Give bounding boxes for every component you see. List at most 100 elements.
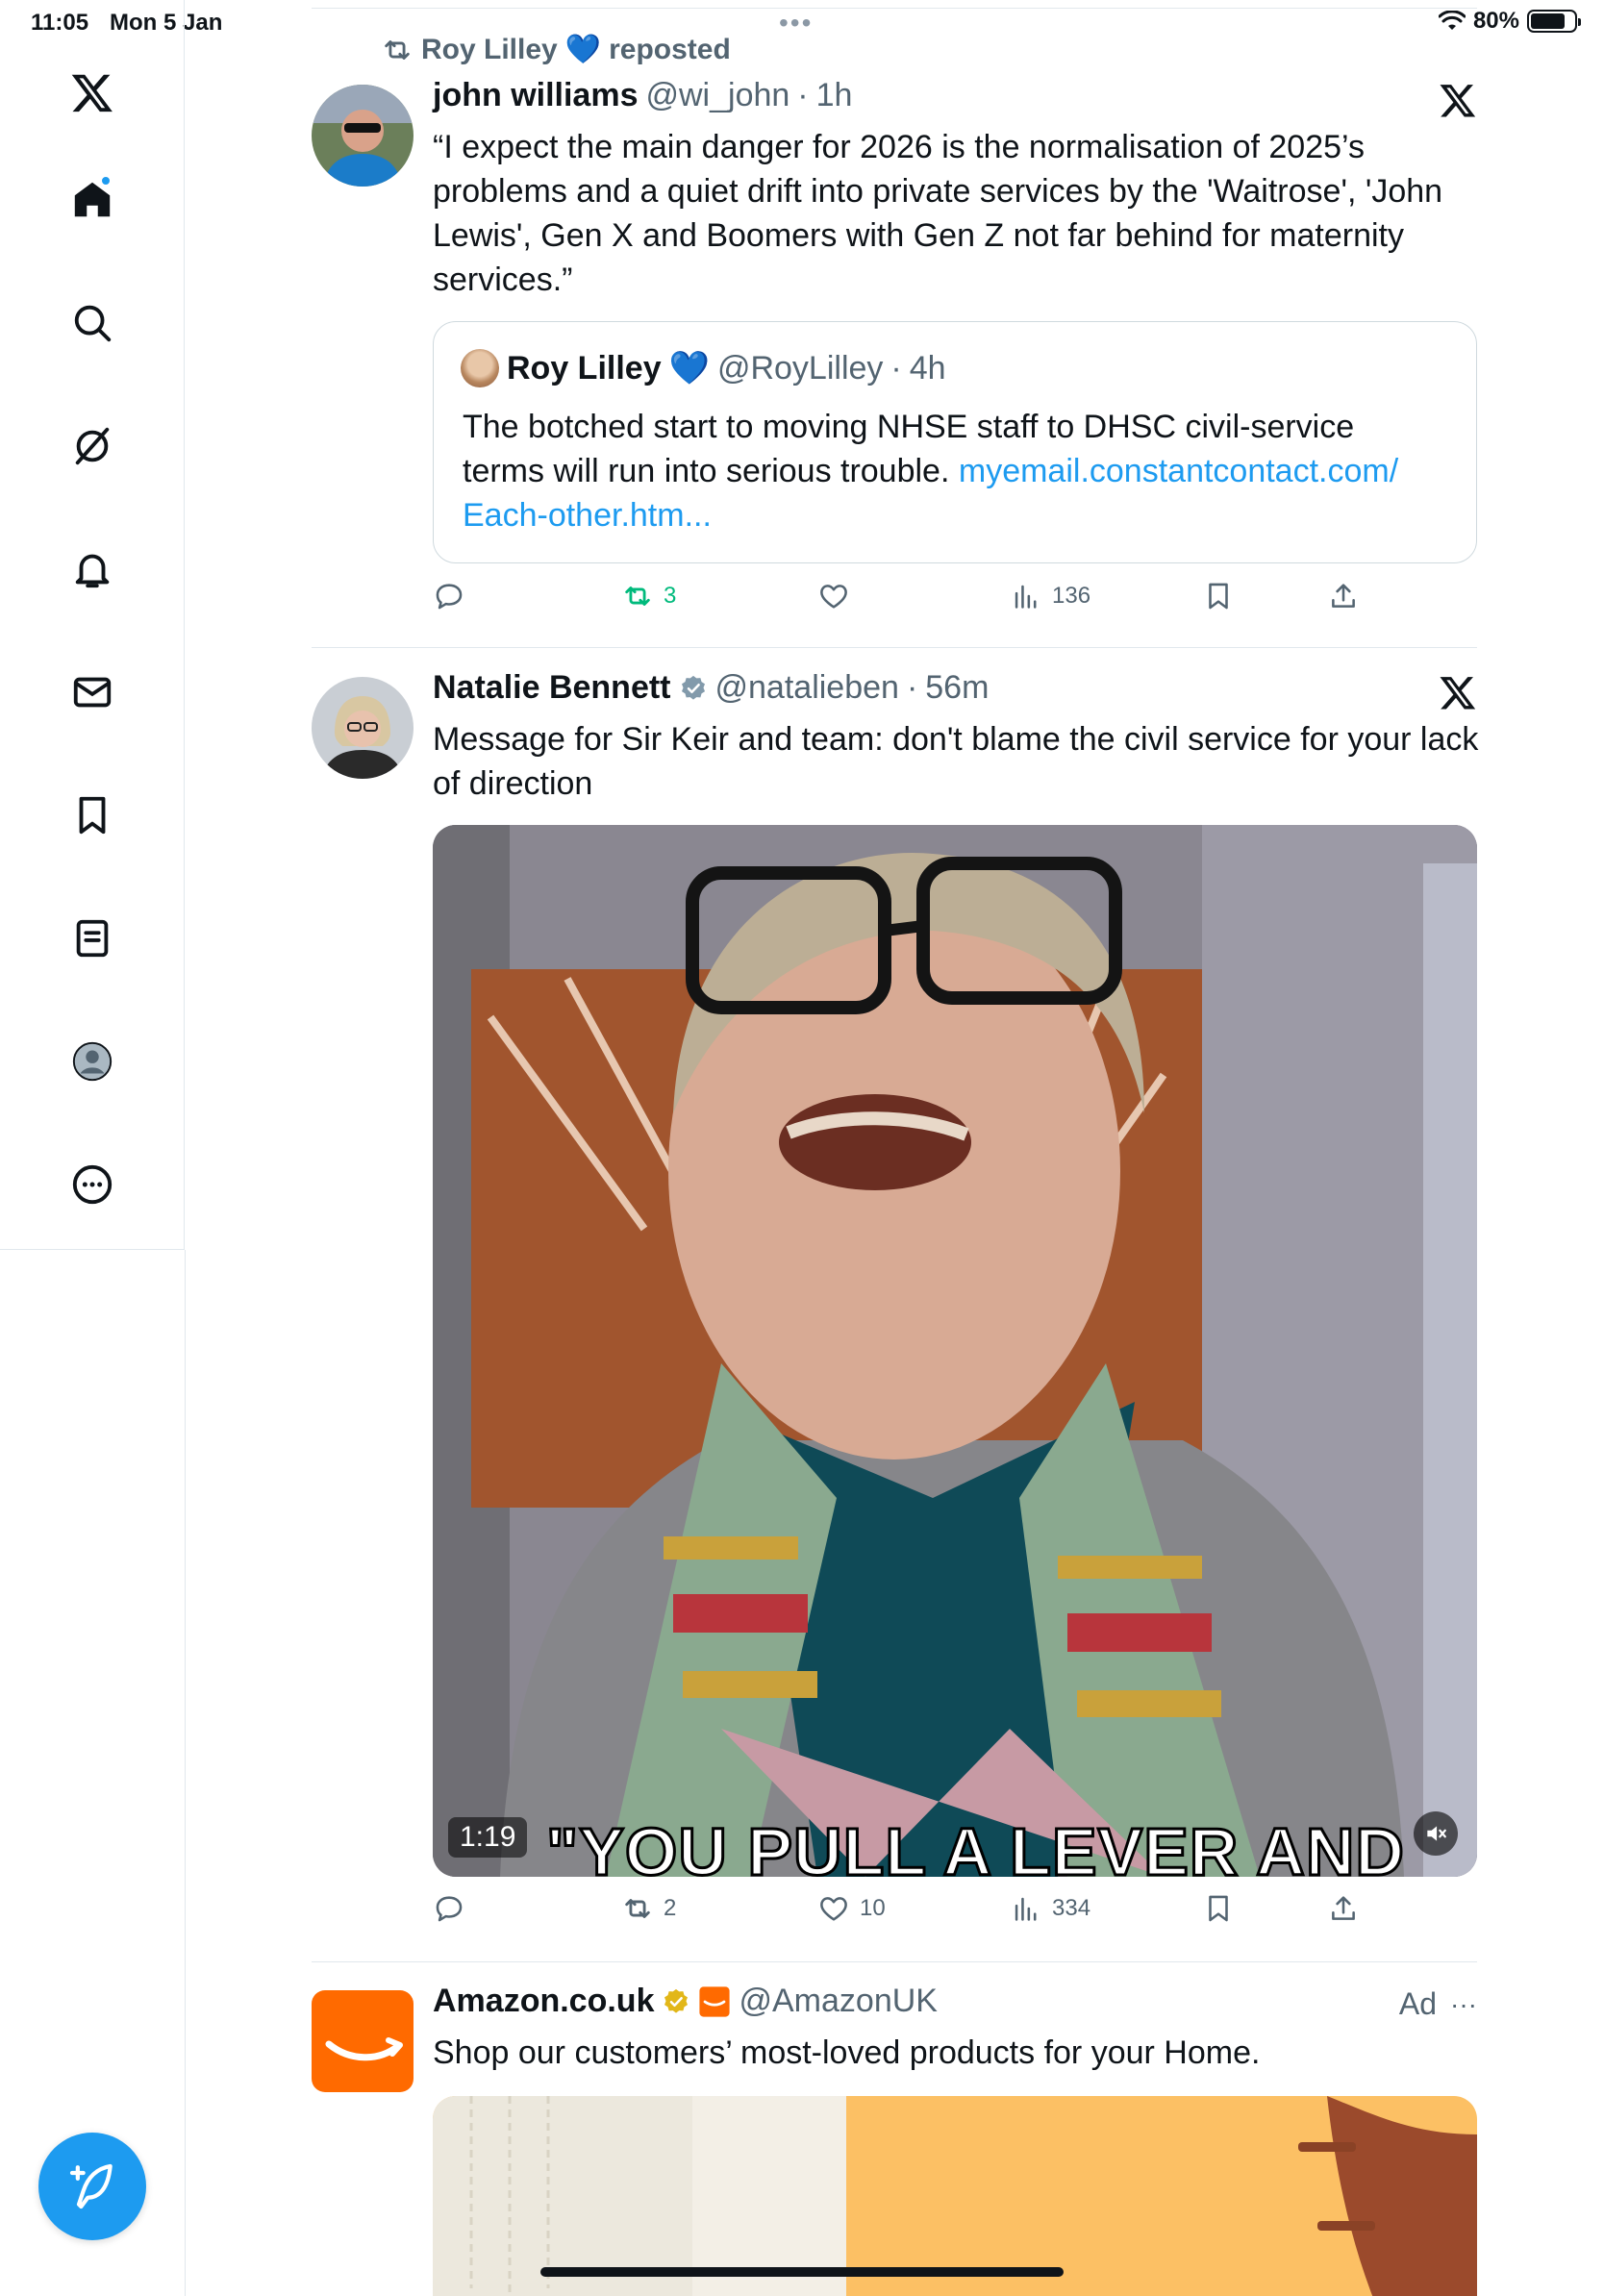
share-icon: [1332, 1896, 1355, 1920]
tweet-header: Natalie Bennett @natalieben · 56m: [433, 669, 989, 707]
author-handle[interactable]: @AmazonUK: [739, 1983, 937, 2020]
heart-icon: [820, 585, 847, 609]
battery-percent: 80%: [1472, 8, 1519, 34]
tweet-divider: [312, 647, 1477, 648]
sidebar-nav: [0, 0, 185, 1250]
verified-gold-badge-icon: [664, 1988, 689, 2013]
tweet-time[interactable]: 56m: [925, 669, 989, 707]
verified-grey-badge-icon: [681, 675, 705, 700]
views-chart-icon: [1015, 1897, 1037, 1921]
quote-author-handle: @RoyLilley: [716, 349, 884, 387]
repost-by-name[interactable]: Roy Lilley: [421, 34, 558, 66]
blue-heart-icon: 💙: [564, 34, 602, 65]
repost-icon: [385, 39, 410, 60]
like-button[interactable]: 10: [817, 1892, 886, 1925]
heart-icon: [820, 1897, 847, 1921]
repost-suffix: reposted: [609, 33, 731, 65]
author-name[interactable]: john williams: [433, 77, 638, 114]
amazon-affiliate-badge-icon: [699, 1985, 731, 2017]
lists-icon[interactable]: [63, 910, 121, 967]
quote-text-block: The botched start to moving NHSE staff t…: [463, 405, 1443, 537]
tweet-divider: [312, 1961, 1477, 1962]
bookmark-icon: [1209, 583, 1228, 610]
tweet-time[interactable]: 1h: [816, 77, 853, 114]
author-name[interactable]: Amazon.co.uk: [433, 1983, 654, 2020]
reply-icon: [436, 1896, 463, 1922]
like-count: 10: [860, 1895, 886, 1921]
compose-post-button[interactable]: [38, 2133, 146, 2240]
x-logo-icon: [1440, 85, 1476, 117]
author-name[interactable]: Natalie Bennett: [433, 669, 671, 707]
video-frame-image: [433, 825, 1477, 1877]
repost-icon: [625, 586, 650, 606]
tweet-video[interactable]: 1:19 "YOU PULL A LEVER AND: [433, 825, 1477, 1877]
more-options-icon[interactable]: [63, 1156, 121, 1213]
notifications-bell-icon[interactable]: [63, 540, 121, 598]
profile-avatar-icon[interactable]: [63, 1033, 121, 1090]
reply-button[interactable]: [433, 1892, 475, 1925]
quoted-tweet[interactable]: Roy Lilley 💙 @RoyLilley · 4h The botched…: [433, 321, 1477, 563]
avatar-natalie-bennett[interactable]: [312, 677, 414, 779]
ad-product-image: [433, 2096, 1477, 2296]
video-duration: 1:19: [448, 1817, 528, 1858]
like-button[interactable]: [817, 580, 860, 612]
feather-plus-icon: [69, 2163, 113, 2209]
search-icon[interactable]: [63, 294, 121, 352]
separator: ·: [906, 669, 918, 706]
avatar-roy-lilley: [461, 349, 499, 387]
tweet-text: Message for Sir Keir and team: don't bla…: [433, 721, 1479, 802]
mute-toggle-icon[interactable]: [1414, 1811, 1458, 1856]
home-indicator-bar[interactable]: [540, 2267, 1064, 2277]
repost-count: 3: [664, 583, 677, 609]
more-options-icon[interactable]: ···: [1450, 1989, 1477, 2020]
quote-header: Roy Lilley 💙 @RoyLilley · 4h: [461, 349, 946, 387]
share-button[interactable]: [1327, 580, 1360, 612]
avatar-amazon[interactable]: [312, 1990, 414, 2092]
feed-top-border: [312, 8, 1477, 9]
author-handle[interactable]: @natalieben: [715, 669, 899, 707]
quote-author-name: Roy Lilley: [507, 349, 662, 387]
home-icon[interactable]: [63, 171, 121, 229]
repost-icon: [625, 1899, 650, 1918]
battery-icon: [1527, 10, 1581, 33]
bookmark-button[interactable]: [1202, 580, 1235, 612]
ad-image[interactable]: [433, 2096, 1477, 2296]
tweet-header: Amazon.co.uk @AmazonUK: [433, 1983, 938, 2020]
tweet-actions: 3 136: [433, 580, 1356, 626]
blue-heart-icon: 💙: [668, 350, 710, 387]
views-chart-icon: [1015, 585, 1037, 609]
view-count: 334: [1052, 1895, 1091, 1921]
views-button[interactable]: 334: [1010, 1892, 1090, 1925]
tweet-text: Shop our customers’ most-loved products …: [433, 2034, 1261, 2071]
reply-icon: [436, 584, 463, 610]
home-notification-dot: [100, 175, 112, 187]
sidebar-divider: [185, 1250, 186, 2296]
share-button[interactable]: [1327, 1892, 1360, 1925]
repost-attribution[interactable]: Roy Lilley 💙 reposted: [381, 33, 731, 66]
ad-indicator: Ad ···: [1399, 1986, 1477, 2022]
view-count: 136: [1052, 583, 1091, 609]
repost-button[interactable]: 3: [621, 580, 676, 612]
grok-icon[interactable]: [63, 417, 121, 475]
share-icon: [1332, 584, 1355, 608]
avatar-john-williams[interactable]: [312, 85, 414, 187]
tweet-actions: 2 10 334: [433, 1892, 1356, 1938]
author-handle[interactable]: @wi_john: [645, 77, 789, 114]
repost-count: 2: [664, 1895, 677, 1921]
views-button[interactable]: 136: [1010, 580, 1090, 612]
separator: ·: [890, 349, 902, 387]
battery-level: [1531, 13, 1566, 29]
x-logo-icon: [1440, 677, 1476, 710]
quote-time: 4h: [909, 349, 946, 387]
bookmarks-icon[interactable]: [63, 786, 121, 844]
reply-button[interactable]: [433, 580, 475, 612]
tweet-text: “I expect the main danger for 2026 is th…: [433, 129, 1443, 298]
video-caption: "YOU PULL A LEVER AND: [545, 1813, 1406, 1878]
messages-envelope-icon[interactable]: [63, 663, 121, 721]
bookmark-button[interactable]: [1202, 1892, 1235, 1925]
repost-button[interactable]: 2: [621, 1892, 676, 1925]
x-logo-icon[interactable]: [63, 63, 121, 121]
home-timeline: Roy Lilley 💙 reposted john williams @wi_…: [312, 0, 1478, 2296]
tweet-header: john williams @wi_john · 1h: [433, 77, 852, 114]
separator: ·: [797, 77, 809, 113]
